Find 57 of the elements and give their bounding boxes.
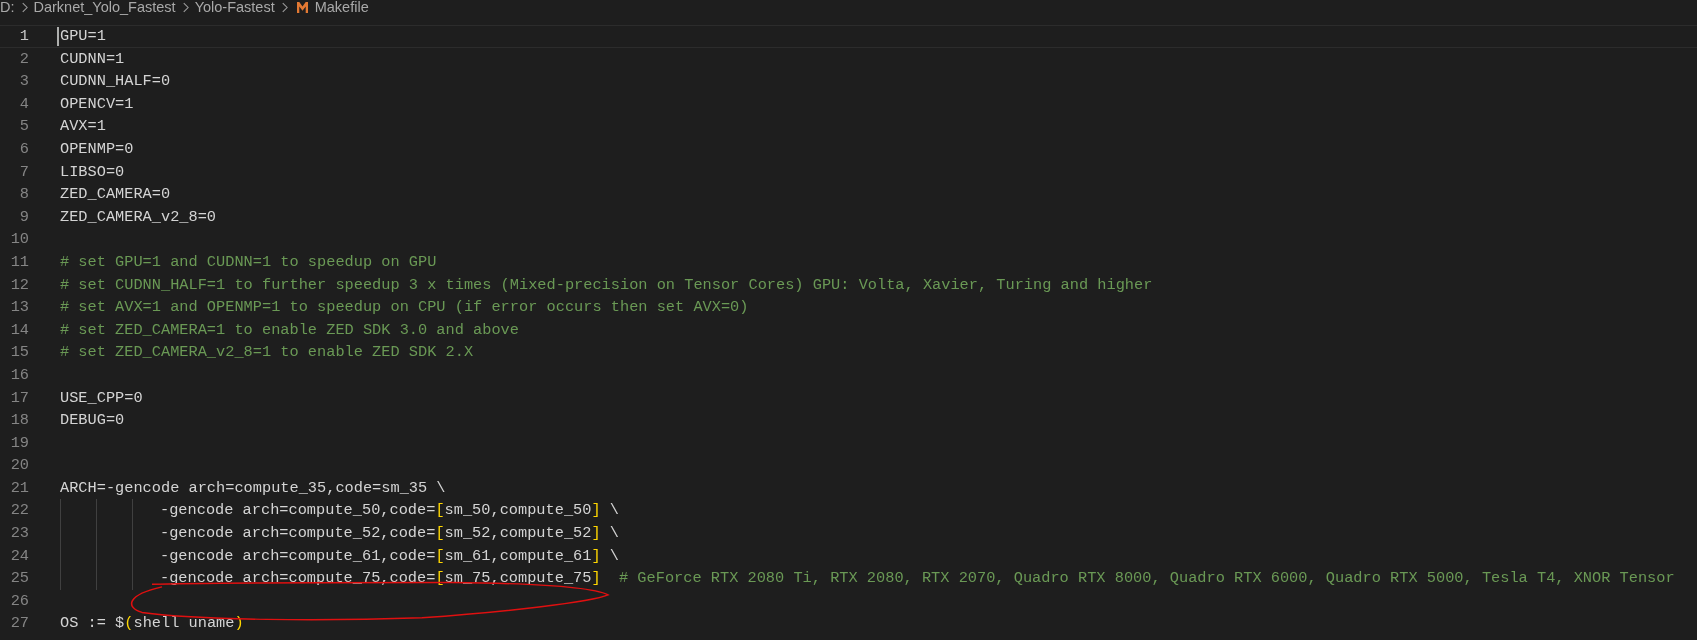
code-line: -gencode arch=compute_61,code=[sm_61,compute_61] \ <box>160 546 619 565</box>
chevron-icon <box>20 1 28 13</box>
breadcrumb-item[interactable]: Yolo-Fastest <box>194 0 275 15</box>
breadcrumb-item[interactable]: Darknet_Yolo_Fastest <box>33 0 176 15</box>
line-number: 9 <box>18 206 29 228</box>
code-line: # set ZED_CAMERA_v2_8=1 to enable ZED SDK 2.X <box>60 343 474 362</box>
line-number: 20 <box>9 455 29 477</box>
line-number: 4 <box>18 93 29 115</box>
text-cursor <box>57 27 59 46</box>
line-number: 17 <box>9 387 29 409</box>
line-number: 27 <box>9 613 29 635</box>
line-number: 19 <box>9 432 29 454</box>
code-line: # set CUDNN_HALF=1 to further speedup 3 x times (Mixed-precision on Tensor Cores) GPU: Volta, Xavier, Turing and higher <box>60 275 1153 294</box>
line-number: 24 <box>9 545 29 567</box>
line-number: 23 <box>9 523 29 545</box>
m-letter-icon <box>295 1 309 13</box>
line-number: 15 <box>9 342 29 364</box>
line-number: 18 <box>9 410 29 432</box>
line-number: 22 <box>9 500 29 522</box>
code-line: GPU=1 <box>60 27 106 45</box>
code-line: # set ZED_CAMERA=1 to enable ZED SDK 3.0 and above <box>60 320 519 339</box>
code-line: ARCH=-gencode arch=compute_35,code=sm_35 \ <box>60 478 446 497</box>
code-line: USE_CPP=0 <box>60 388 143 407</box>
code-line: # set GPU=1 and CUDNN=1 to speedup on GPU <box>60 252 437 271</box>
code-line: ZED_CAMERA=0 <box>60 185 171 204</box>
breadcrumb-item[interactable]: D: <box>0 0 15 15</box>
line-number: 6 <box>18 138 29 160</box>
line-number: 7 <box>18 161 29 183</box>
code-line: DEBUG=0 <box>60 411 125 430</box>
code-line: # set AVX=1 and OPENMP=1 to speedup on CPU (if error occurs then set AVX=0) <box>60 298 749 317</box>
code-line: OPENCV=1 <box>60 94 134 113</box>
code-line: AVX=1 <box>60 117 106 136</box>
line-number: 1 <box>18 26 29 47</box>
line-number: 16 <box>9 364 29 386</box>
line-number: 13 <box>9 297 29 319</box>
line-number: 14 <box>9 319 29 341</box>
line-number: 26 <box>9 590 29 612</box>
code-line: -gencode arch=compute_50,code=[sm_50,compute_50] \ <box>160 501 619 520</box>
code-line: ZED_CAMERA_v2_8=0 <box>60 207 217 226</box>
code-line: OPENMP=0 <box>60 139 134 158</box>
code-line: -gencode arch=compute_52,code=[sm_52,compute_52] \ <box>160 524 619 543</box>
line-number: 21 <box>9 477 29 499</box>
code-line: CUDNN_HALF=0 <box>60 72 171 91</box>
code-line: CUDNN=1 <box>60 49 125 68</box>
line-number: 12 <box>9 274 29 296</box>
line-number: 8 <box>18 184 29 206</box>
chevron-icon <box>280 1 288 13</box>
code-line: LIBSO=0 <box>60 162 125 181</box>
line-number: 25 <box>9 568 29 590</box>
line-number: 2 <box>18 48 29 70</box>
line-number: 3 <box>18 71 29 93</box>
line-number: 5 <box>18 116 29 138</box>
line-number: 10 <box>9 229 29 251</box>
line-number: 11 <box>9 251 29 273</box>
code-line: OS := $(shell uname) <box>60 614 244 633</box>
breadcrumb-item[interactable]: Makefile <box>314 0 369 15</box>
chevron-icon <box>181 1 189 13</box>
